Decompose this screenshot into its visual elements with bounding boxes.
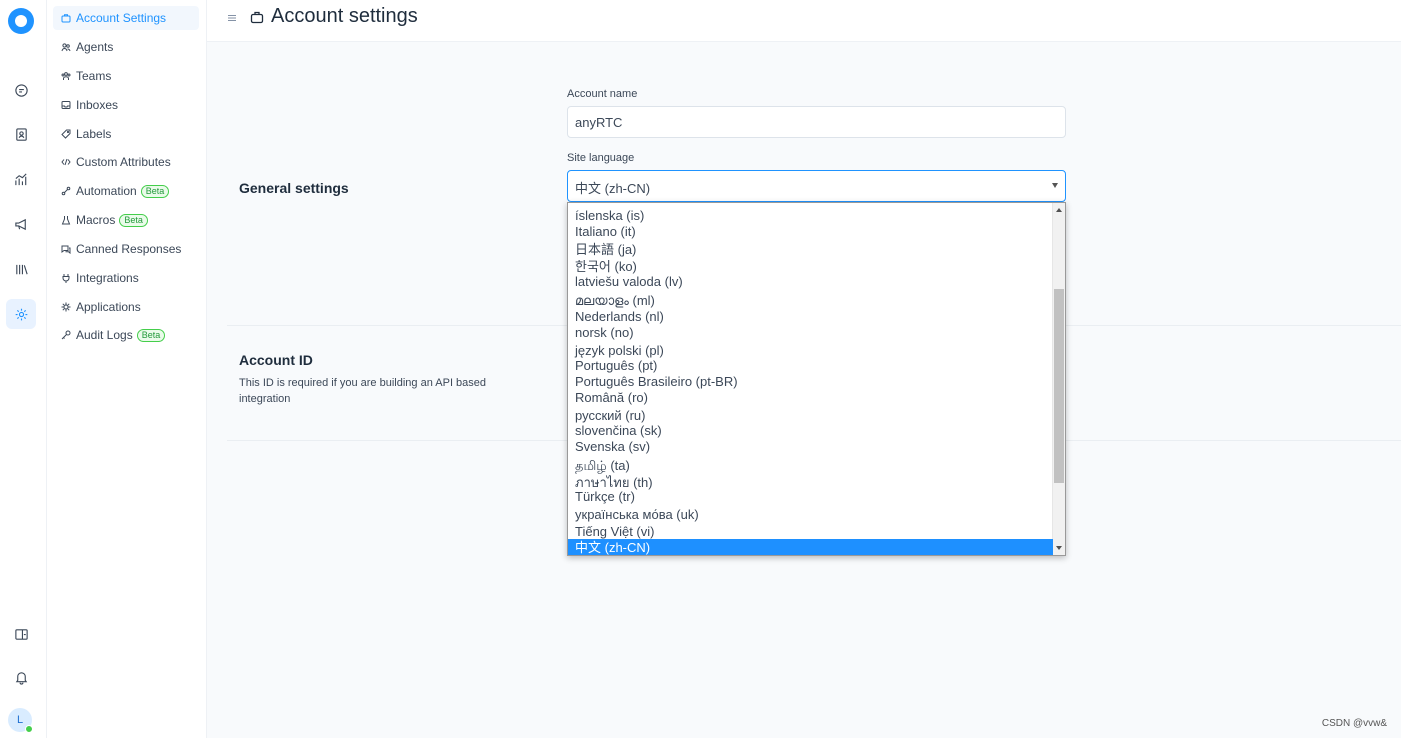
account-id-title: Account ID: [239, 352, 313, 368]
sidebar-item-label: Audit Logs: [76, 328, 133, 342]
sidebar-item-labels[interactable]: Labels: [53, 122, 199, 146]
briefcase-icon: [250, 11, 264, 24]
scroll-down-arrow-icon[interactable]: [1056, 546, 1062, 550]
language-option[interactable]: 日本語 (ja): [568, 241, 1053, 258]
code-icon: [61, 157, 71, 167]
chevron-down-icon: [1052, 183, 1058, 188]
reports-nav-button[interactable]: [6, 164, 36, 194]
language-option[interactable]: Nederlands (nl): [568, 308, 1053, 325]
account-name-input[interactable]: [567, 106, 1066, 138]
sidebar-item-label: Account Settings: [76, 11, 167, 25]
campaigns-nav-button[interactable]: [6, 209, 36, 239]
sidebar-item-account-settings[interactable]: Account Settings: [53, 6, 199, 30]
language-option[interactable]: Português (pt): [568, 357, 1053, 374]
sidebar-item-automation[interactable]: Automation Beta: [53, 179, 199, 203]
chat-icon: [14, 83, 28, 97]
sidebar-item-label: Macros: [76, 213, 116, 227]
flask-icon: [61, 215, 71, 225]
language-option[interactable]: íslenska (is): [568, 207, 1053, 224]
site-language-label: Site language: [567, 152, 635, 164]
beta-badge: Beta: [119, 213, 148, 227]
sidebar-item-label: Agents: [76, 40, 114, 54]
scroll-up-arrow-icon[interactable]: [1056, 208, 1062, 212]
language-option[interactable]: latviešu valoda (lv): [568, 273, 1053, 290]
language-option[interactable]: Português Brasileiro (pt-BR): [568, 373, 1053, 390]
scrollbar-thumb[interactable]: [1054, 288, 1064, 483]
inbox-icon: [61, 100, 71, 110]
language-option[interactable]: norsk (no): [568, 324, 1053, 341]
sidebar-item-integrations[interactable]: Integrations: [53, 266, 199, 290]
language-option[interactable]: Italiano (it): [568, 223, 1053, 240]
language-option[interactable]: Türkçe (tr): [568, 488, 1053, 505]
panel-icon: [14, 628, 28, 640]
library-nav-button[interactable]: [6, 254, 36, 284]
page-title: Account settings: [271, 5, 418, 27]
language-option[interactable]: українська мо́ва (uk): [568, 506, 1053, 523]
tag-icon: [61, 129, 71, 139]
language-option[interactable]: Svenska (sv): [568, 438, 1053, 455]
language-option[interactable]: Tiếng Việt (vi): [568, 523, 1053, 540]
sidebar-item-label: Canned Responses: [76, 242, 182, 256]
people-icon: [61, 42, 71, 52]
gear-icon: [15, 308, 27, 320]
language-option[interactable]: தமிழ் (ta): [568, 457, 1053, 474]
beta-badge: Beta: [140, 184, 170, 198]
dropdown-scrollbar[interactable]: [1052, 203, 1065, 555]
bell-icon: [15, 671, 27, 685]
contacts-nav-button[interactable]: [6, 119, 36, 149]
sidebar-item-custom-attributes[interactable]: Custom Attributes: [53, 150, 199, 174]
sidebar-item-label: Automation: [76, 184, 137, 198]
language-option[interactable]: 中文 (zh-CN): [568, 539, 1053, 555]
app-logo[interactable]: [8, 8, 34, 34]
account-name-label: Account name: [567, 88, 638, 100]
settings-nav-button[interactable]: [6, 299, 36, 329]
contact-book-icon: [15, 127, 27, 141]
automation-icon: [61, 186, 71, 196]
page-header: Account settings: [207, 0, 1401, 42]
primary-nav-rail: L: [0, 0, 47, 738]
sidebar-item-label: Custom Attributes: [76, 155, 171, 169]
user-avatar[interactable]: L: [8, 708, 33, 733]
language-option[interactable]: slovenčina (sk): [568, 422, 1053, 439]
sidebar-item-label: Labels: [76, 127, 112, 141]
conversations-nav-button[interactable]: [6, 75, 36, 105]
sidebar-item-inboxes[interactable]: Inboxes: [53, 93, 199, 117]
language-option[interactable]: മലയാളം (ml): [568, 292, 1053, 309]
sidebar-item-label: Inboxes: [76, 98, 119, 112]
dashboard-apps-button[interactable]: [6, 619, 36, 649]
chat-multiple-icon: [61, 244, 71, 254]
apps-icon: [61, 302, 71, 312]
avatar-initial: L: [16, 714, 24, 726]
sidebar-item-canned-responses[interactable]: Canned Responses: [53, 237, 199, 261]
sidebar-item-label: Applications: [76, 300, 141, 314]
online-status-dot: [25, 725, 33, 733]
sidebar-item-audit-logs[interactable]: Audit Logs Beta: [53, 323, 199, 347]
sidebar-item-label: Teams: [76, 69, 112, 83]
sidebar-item-label: Integrations: [76, 271, 139, 285]
chart-icon: [14, 172, 27, 185]
sidebar-item-agents[interactable]: Agents: [53, 35, 199, 59]
sidebar-item-teams[interactable]: Teams: [53, 64, 199, 88]
plug-icon: [61, 273, 71, 283]
watermark: CSDN @vvw&: [1321, 718, 1387, 729]
beta-badge: Beta: [136, 328, 166, 342]
team-icon: [61, 71, 71, 81]
hamburger-menu-icon[interactable]: [227, 13, 237, 23]
site-language-value: 中文 (zh-CN): [575, 181, 651, 196]
megaphone-icon: [14, 218, 26, 230]
settings-sidebar: Account Settings Agents Teams Inboxes La…: [47, 0, 207, 738]
general-settings-title: General settings: [239, 180, 349, 196]
language-option[interactable]: Română (ro): [568, 389, 1053, 406]
library-icon: [15, 264, 28, 274]
briefcase-icon: [61, 13, 71, 23]
language-dropdown-list[interactable]: íslenska (is) Italiano (it) 日本語 (ja) 한국어 (k…: [567, 202, 1066, 556]
site-language-select[interactable]: 中文 (zh-CN): [567, 170, 1066, 202]
account-id-description: This ID is required if you are building …: [239, 377, 487, 405]
notifications-button[interactable]: [6, 662, 36, 692]
key-icon: [61, 330, 71, 340]
sidebar-item-macros[interactable]: Macros Beta: [53, 208, 199, 232]
sidebar-item-applications[interactable]: Applications: [53, 295, 199, 319]
